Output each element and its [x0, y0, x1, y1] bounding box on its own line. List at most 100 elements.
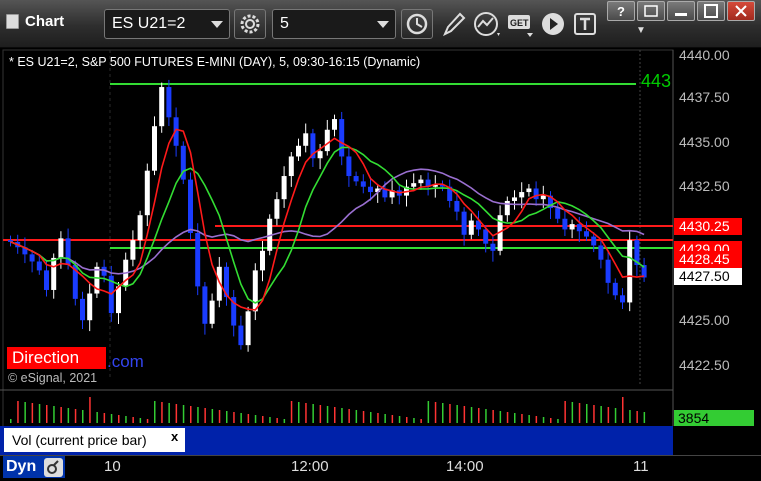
candle-body [245, 311, 251, 346]
interval-dropdown-icon[interactable] [377, 21, 389, 28]
volume-bar [470, 407, 473, 423]
volume-bar [614, 408, 617, 423]
chart-grid [0, 49, 674, 455]
volume-bar [38, 404, 41, 423]
url-fragment: .com [107, 352, 144, 371]
volume-bar [269, 417, 271, 423]
pen-icon [443, 12, 466, 37]
maximize-icon [704, 4, 718, 18]
price-tick: 4435.00 [679, 134, 730, 150]
direction-badge: Direction [7, 347, 106, 369]
volume-bar [413, 418, 415, 423]
volume-bar [607, 407, 610, 423]
price-marker-label: 4430.25 [674, 218, 742, 235]
volume-bar [254, 415, 257, 423]
candle-body [591, 236, 597, 246]
candle-body [8, 240, 13, 242]
candle-body [209, 300, 215, 324]
interval-input[interactable]: 5 [272, 9, 396, 39]
restore-button[interactable] [637, 1, 665, 21]
volume-bar [110, 414, 113, 423]
candle-body [598, 245, 604, 260]
volume-bar [182, 405, 185, 423]
volume-bar [218, 410, 221, 423]
candle-body [461, 211, 467, 235]
volume-bar [341, 408, 343, 423]
volume-bar [542, 417, 545, 423]
price-marker-label: 4427.50 [674, 268, 742, 285]
price-chart[interactable] [0, 48, 761, 455]
chart-toolbar: Chart ES U21=2 5 GET ? ▼ [0, 0, 761, 48]
volume-bar [82, 410, 84, 423]
volume-bar [53, 406, 55, 423]
volume-bar [528, 415, 530, 423]
volume-bar [636, 411, 638, 423]
candle-body [188, 179, 193, 233]
drawing-pen-button[interactable] [439, 9, 469, 39]
candle-body [144, 170, 150, 216]
volume-bar [427, 401, 430, 423]
volume-bar [240, 413, 242, 423]
candle-body [288, 156, 294, 177]
candle-body [51, 257, 57, 290]
study-close-icon[interactable]: x [171, 429, 178, 444]
volume-bar [355, 410, 358, 423]
volume-bar [298, 402, 300, 423]
candle-body [368, 186, 373, 193]
volume-bar [586, 404, 588, 423]
candle-body [152, 126, 157, 171]
symbol-input[interactable]: ES U21=2 [104, 9, 230, 39]
candle-body [252, 270, 258, 312]
help-icon: ? [617, 4, 625, 19]
candle-body [411, 183, 417, 187]
volume-bar [362, 411, 365, 423]
help-button[interactable]: ? [607, 1, 635, 21]
symbol-settings-button[interactable] [234, 9, 266, 39]
svg-text:GET: GET [510, 18, 529, 28]
volume-bar [334, 407, 336, 423]
volume-bar [629, 410, 631, 423]
candle-body [44, 270, 49, 290]
close-button[interactable] [727, 1, 755, 21]
volume-bar [499, 411, 502, 423]
lock-icon[interactable] [44, 458, 63, 477]
play-button[interactable] [539, 9, 569, 39]
minimize-icon [675, 13, 687, 16]
minimize-button[interactable] [667, 1, 695, 21]
time-label-11: 11 [633, 458, 649, 475]
candle-body [584, 231, 589, 237]
volume-study-label[interactable]: Vol (current price bar) [4, 428, 185, 452]
get-data-button[interactable]: GET [506, 9, 536, 39]
interval-clock-button[interactable] [401, 9, 433, 39]
volume-bar [326, 406, 329, 423]
candle-body [605, 259, 611, 283]
volume-bar [67, 408, 70, 423]
volume-bar [125, 416, 127, 423]
volume-bar [247, 414, 250, 423]
volume-bar [161, 402, 163, 423]
candle-body [58, 238, 64, 258]
text-tool-button[interactable] [572, 9, 602, 39]
close-icon [735, 5, 747, 17]
volume-bar [370, 412, 372, 423]
volume-bar [154, 401, 156, 423]
price-tick: 4422.50 [679, 357, 730, 373]
volume-bar [319, 405, 322, 423]
candle-body [533, 188, 539, 200]
candle-body [116, 286, 121, 314]
volume-bar [643, 412, 646, 423]
symbol-dropdown-icon[interactable] [211, 21, 223, 28]
candle-body [353, 176, 359, 182]
candle-body [130, 240, 136, 260]
price-tick: 4425.00 [679, 312, 730, 328]
maximize-button[interactable] [697, 1, 725, 21]
volume-bar [571, 402, 574, 423]
volume-bar [17, 401, 19, 423]
volume-bar [305, 403, 307, 423]
candle-body [137, 215, 143, 241]
volume-bar [290, 401, 293, 423]
studies-button[interactable] [472, 9, 502, 39]
window-menu-caret-icon[interactable]: ▼ [636, 25, 646, 36]
volume-bar [564, 401, 566, 423]
volume-bar [226, 411, 228, 423]
